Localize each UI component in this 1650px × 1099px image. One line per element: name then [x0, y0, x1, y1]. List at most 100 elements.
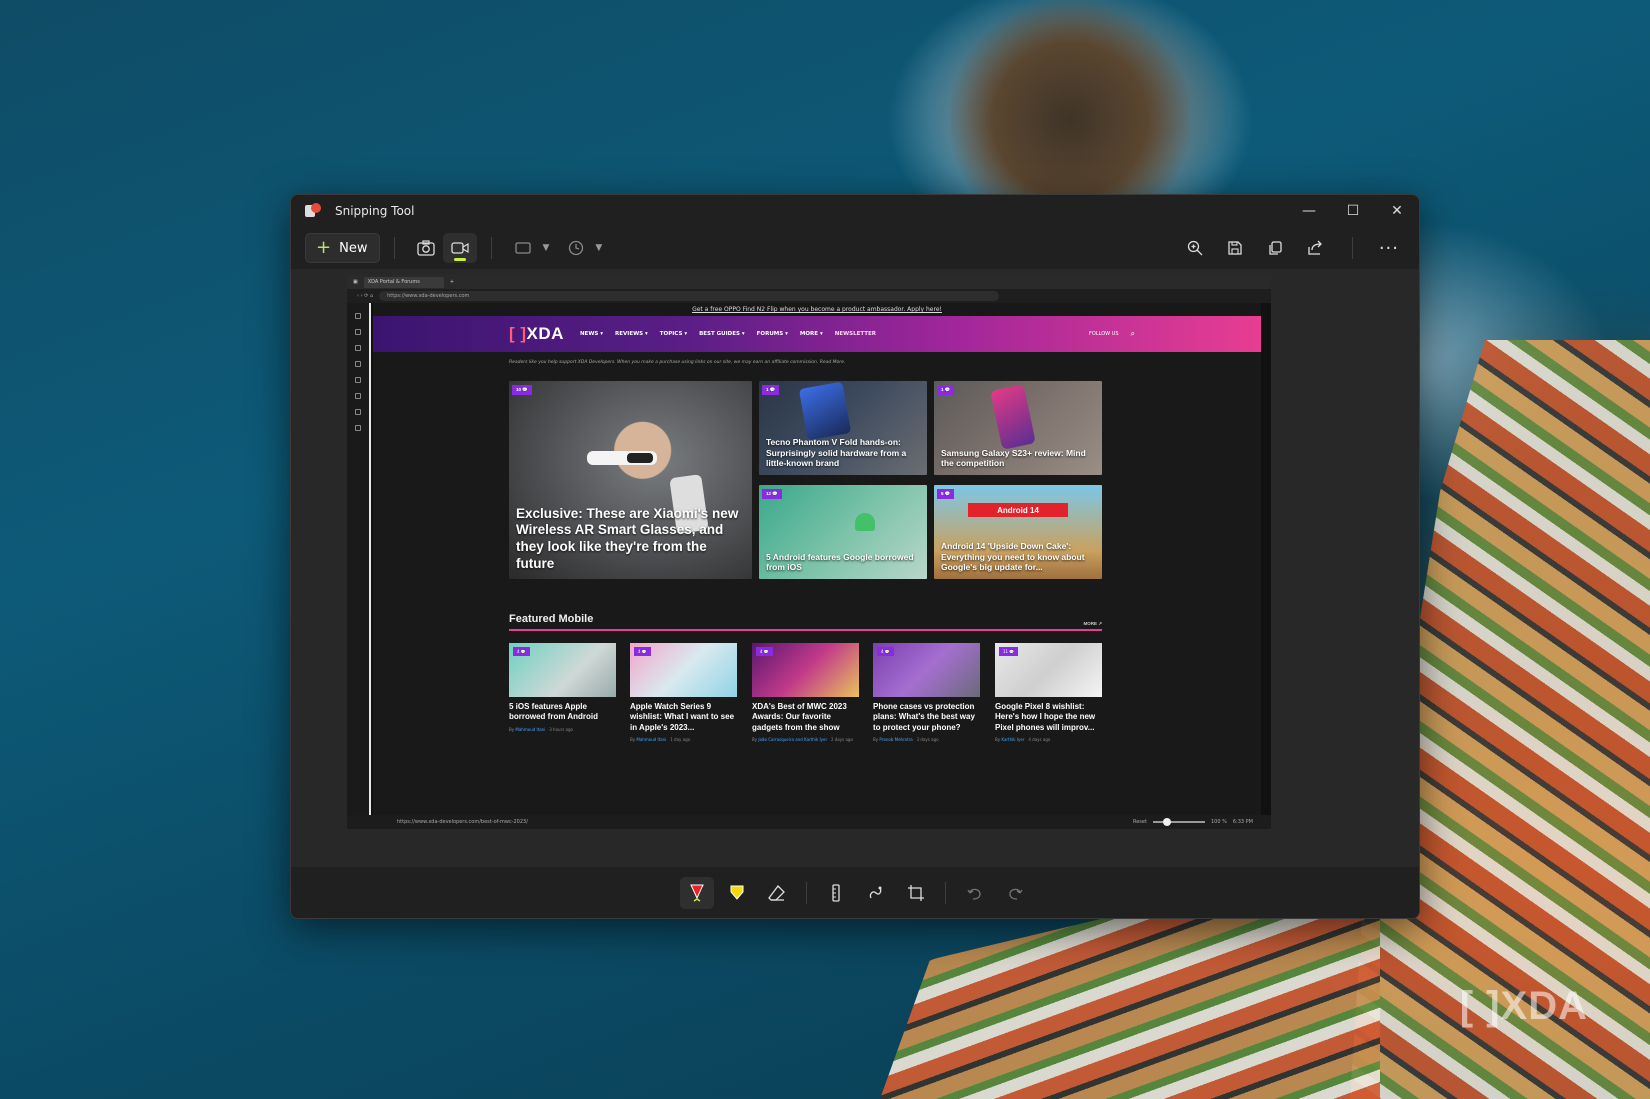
- highlighter-icon[interactable]: [720, 877, 754, 909]
- clock: 6:33 PM: [1232, 819, 1253, 825]
- phone-illustration: [798, 381, 852, 441]
- sidebar-icon: [355, 409, 361, 415]
- article-thumbnail: 4 💬: [873, 643, 980, 697]
- hero-grid: 10 💬 Exclusive: These are Xiaomi's new W…: [509, 381, 1102, 579]
- xda-watermark: [ ]XDA: [1459, 984, 1588, 1028]
- hero-card: 12 💬 5 Android features Google borrowed …: [759, 485, 927, 579]
- nav-forums: FORUMS ▾: [756, 331, 788, 337]
- redo-icon[interactable]: [998, 877, 1032, 909]
- comment-badge: 11 💬: [999, 647, 1019, 656]
- crop-icon[interactable]: [899, 877, 933, 909]
- hero-card: 1 💬 Tecno Phantom V Fold hands-on: Surpr…: [759, 381, 927, 475]
- hero-card: Android 14 5 💬 Android 14 'Upside Down C…: [934, 485, 1102, 579]
- share-icon[interactable]: [1298, 233, 1332, 263]
- eraser-icon[interactable]: [760, 877, 794, 909]
- featured-card: 4 💬 Apple Watch Series 9 wishlist: What …: [630, 643, 737, 742]
- byline: By João Carrasqueira and Karthik Iyer 2 …: [752, 737, 853, 743]
- touch-writing-icon[interactable]: [859, 877, 893, 909]
- hero-card-title: Tecno Phantom V Fold hands-on: Surprisin…: [766, 437, 907, 469]
- ar-glasses-illustration: [587, 451, 657, 465]
- ballpoint-pen-icon[interactable]: [680, 876, 714, 909]
- comment-badge: 10 💬: [512, 385, 532, 395]
- comment-badge: 5 💬: [937, 489, 955, 499]
- nav-more: MORE ▾: [799, 331, 823, 337]
- sidebar-icon: [355, 393, 361, 399]
- copy-icon[interactable]: [1258, 233, 1292, 263]
- sidebar-icon: [355, 329, 361, 335]
- phone-illustration: [990, 384, 1036, 450]
- sidebar-icon: [355, 361, 361, 367]
- browser-sidebar: [347, 303, 371, 815]
- android-robot-illustration: [855, 513, 875, 531]
- new-button[interactable]: + New: [305, 233, 381, 263]
- android-14-banner: Android 14: [968, 503, 1068, 517]
- save-icon[interactable]: [1218, 233, 1252, 263]
- toolbar: + New ▼ ▼ ···: [291, 227, 1419, 269]
- nav-topics: TOPICS ▾: [659, 331, 688, 337]
- zoom-knob: [1162, 818, 1171, 826]
- affiliate-disclaimer: Readers like you help support XDA Develo…: [509, 360, 846, 365]
- back-icon: ‹ › ⟳ ⌂: [357, 293, 374, 299]
- maximize-button[interactable]: ☐: [1331, 195, 1375, 227]
- featured-card: 4 💬 Phone cases vs protection plans: Wha…: [873, 643, 980, 742]
- close-button[interactable]: ✕: [1375, 195, 1419, 227]
- zoom-reset: Reset: [1132, 819, 1147, 825]
- camera-icon[interactable]: [409, 233, 443, 263]
- article-thumbnail: 11 💬: [995, 643, 1102, 697]
- featured-card-title: Phone cases vs protection plans: What's …: [873, 702, 975, 732]
- snipping-tool-window: Snipping Tool — ☐ ✕ + New ▼ ▼ ··· ▣ XDA …: [290, 194, 1420, 919]
- comment-badge: 4 💬: [513, 647, 530, 656]
- zoom-slider: [1152, 818, 1205, 826]
- comment-badge: 4 💬: [756, 647, 773, 656]
- minimize-button[interactable]: —: [1287, 195, 1331, 227]
- byline: By Mahmoud Itani 1 day ago: [630, 737, 691, 743]
- browser-address-bar: ‹ › ⟳ ⌂ https://www.xda-developers.com: [347, 289, 1271, 303]
- new-tab-icon: +: [449, 279, 455, 285]
- ruler-icon[interactable]: [819, 877, 853, 909]
- hero-card: 1 💬 Samsung Galaxy S23+ review: Mind the…: [934, 381, 1102, 475]
- chevron-down-icon[interactable]: ▼: [595, 243, 602, 253]
- xda-webpage: Get a free OPPO Find N2 Flip when you be…: [373, 303, 1261, 815]
- promo-banner: Get a free OPPO Find N2 Flip when you be…: [373, 303, 1261, 316]
- sidebar-icon: [355, 377, 361, 383]
- article-thumbnail: 4 💬: [509, 643, 616, 697]
- rectangle-mode-icon[interactable]: [506, 233, 540, 263]
- timer-icon[interactable]: [559, 233, 593, 263]
- featured-card: 11 💬 Google Pixel 8 wishlist: Here's how…: [995, 643, 1102, 742]
- sidebar-icon: [355, 345, 361, 351]
- more-icon[interactable]: ···: [1373, 238, 1405, 259]
- title-bar: Snipping Tool — ☐ ✕: [291, 195, 1419, 227]
- hero-card-title: Android 14 'Upside Down Cake': Everythin…: [941, 541, 1085, 573]
- new-button-label: New: [339, 240, 368, 256]
- window-title: Snipping Tool: [335, 204, 415, 218]
- xda-logo: [ ]XDA: [509, 324, 564, 343]
- toolbar-separator: [806, 881, 807, 904]
- hero-main-title: Exclusive: These are Xiaomi's new Wirele…: [516, 505, 739, 572]
- comment-badge: 12 💬: [762, 489, 782, 499]
- hero-card-main: 10 💬 Exclusive: These are Xiaomi's new W…: [509, 381, 752, 579]
- featured-card-title: XDA's Best of MWC 2023 Awards: Our favor…: [752, 702, 847, 732]
- zoom-in-icon[interactable]: [1178, 233, 1212, 263]
- browser-status-bar: https://www.xda-developers.com/best-of-m…: [347, 815, 1271, 829]
- byline: By Pranob Mehrotra 3 days ago: [873, 737, 939, 743]
- featured-row: 4 💬 5 iOS features Apple borrowed from A…: [509, 643, 1102, 763]
- toolbar-separator: [945, 881, 946, 904]
- hero-card-title: Samsung Galaxy S23+ review: Mind the com…: [941, 447, 1086, 469]
- video-icon[interactable]: [443, 233, 478, 263]
- toolbar-separator: [394, 237, 396, 259]
- featured-card: 4 💬 XDA's Best of MWC 2023 Awards: Our f…: [752, 643, 859, 742]
- featured-card-title: Apple Watch Series 9 wishlist: What I wa…: [630, 702, 735, 732]
- comment-badge: 1 💬: [937, 385, 955, 395]
- chevron-down-icon[interactable]: ▼: [542, 243, 549, 253]
- featured-card-title: Google Pixel 8 wishlist: Here's how I ho…: [995, 702, 1096, 732]
- browser-tab-strip: ▣ XDA Portal & Forums +: [347, 275, 1271, 289]
- zoom-percent: 100 %: [1210, 819, 1227, 825]
- byline: By Mahmoud Itani 3 hours ago: [509, 726, 573, 732]
- comment-badge: 4 💬: [634, 647, 651, 656]
- comment-badge: 1 💬: [762, 385, 780, 395]
- article-thumbnail: 4 💬: [752, 643, 859, 697]
- toolbar-separator: [491, 237, 493, 259]
- status-url: https://www.xda-developers.com/best-of-m…: [397, 819, 528, 825]
- search-icon: ⌕: [1130, 329, 1135, 338]
- undo-icon[interactable]: [958, 877, 992, 909]
